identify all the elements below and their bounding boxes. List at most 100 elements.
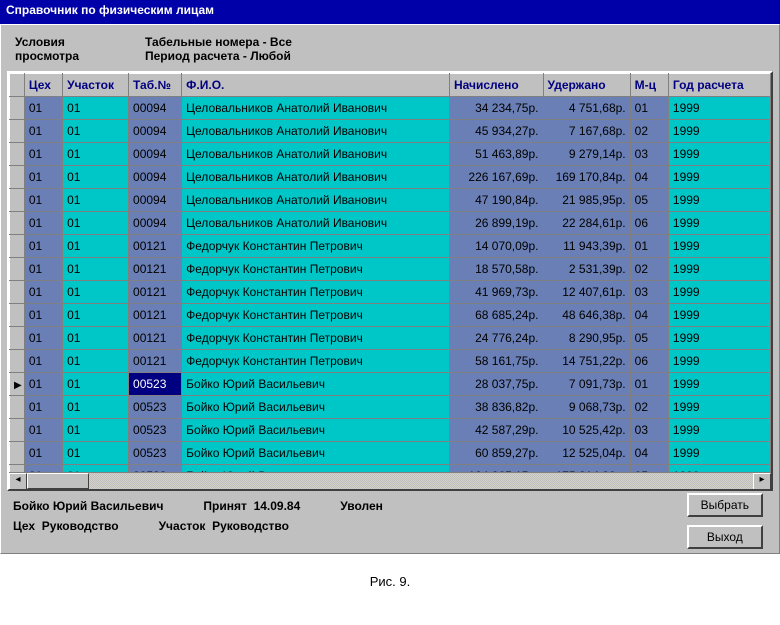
cell-tab[interactable]: 00523 <box>129 373 182 396</box>
cell-uch[interactable]: 01 <box>63 97 129 120</box>
titlebar[interactable]: Справочник по физическим лицам <box>0 0 780 24</box>
row-indicator[interactable] <box>10 189 25 212</box>
cell-ceh[interactable]: 01 <box>24 350 62 373</box>
cell-fio[interactable]: Целовальников Анатолий Иванович <box>182 143 450 166</box>
table-row[interactable]: 010100094Целовальников Анатолий Иванович… <box>10 166 771 189</box>
cell-tab[interactable]: 00121 <box>129 281 182 304</box>
cell-uch[interactable]: 01 <box>63 396 129 419</box>
row-indicator[interactable] <box>10 235 25 258</box>
cell-tab[interactable]: 00121 <box>129 304 182 327</box>
cell-nach[interactable]: 14 070,09р. <box>449 235 543 258</box>
cell-nach[interactable]: 38 836,82р. <box>449 396 543 419</box>
cell-ud[interactable]: 4 751,68р. <box>543 97 630 120</box>
table-row[interactable]: 010100523Бойко Юрий Васильевич28 037,75р… <box>10 373 771 396</box>
row-indicator[interactable] <box>10 373 25 396</box>
scroll-right-button[interactable]: ▸ <box>753 473 771 491</box>
cell-tab[interactable]: 00094 <box>129 143 182 166</box>
cell-fio[interactable]: Федорчук Константин Петрович <box>182 304 450 327</box>
cell-y[interactable]: 1999 <box>668 442 770 465</box>
cell-fio[interactable]: Федорчук Константин Петрович <box>182 258 450 281</box>
cell-y[interactable]: 1999 <box>668 258 770 281</box>
cell-m[interactable]: 01 <box>630 97 668 120</box>
cell-ud[interactable]: 2 531,39р. <box>543 258 630 281</box>
row-indicator[interactable] <box>10 419 25 442</box>
table-row[interactable]: 010100094Целовальников Анатолий Иванович… <box>10 120 771 143</box>
cell-y[interactable]: 1999 <box>668 97 770 120</box>
cell-fio[interactable]: Федорчук Константин Петрович <box>182 327 450 350</box>
row-indicator[interactable] <box>10 396 25 419</box>
cell-nach[interactable]: 28 037,75р. <box>449 373 543 396</box>
cell-nach[interactable]: 68 685,24р. <box>449 304 543 327</box>
cell-ud[interactable]: 7 167,68р. <box>543 120 630 143</box>
cell-uch[interactable]: 01 <box>63 327 129 350</box>
cell-tab[interactable]: 00094 <box>129 212 182 235</box>
cell-fio[interactable]: Бойко Юрий Васильевич <box>182 396 450 419</box>
table-row[interactable]: 010100094Целовальников Анатолий Иванович… <box>10 97 771 120</box>
cell-tab[interactable]: 00094 <box>129 120 182 143</box>
cell-y[interactable]: 1999 <box>668 235 770 258</box>
cell-m[interactable]: 02 <box>630 258 668 281</box>
cell-y[interactable]: 1999 <box>668 120 770 143</box>
cell-nach[interactable]: 26 899,19р. <box>449 212 543 235</box>
table-row[interactable]: 010100523Бойко Юрий Васильевич60 859,27р… <box>10 442 771 465</box>
cell-ceh[interactable]: 01 <box>24 143 62 166</box>
table-row[interactable]: 010100121Федорчук Константин Петрович14 … <box>10 235 771 258</box>
cell-ud[interactable]: 8 290,95р. <box>543 327 630 350</box>
cell-y[interactable]: 1999 <box>668 304 770 327</box>
cell-m[interactable]: 03 <box>630 419 668 442</box>
cell-ceh[interactable]: 01 <box>24 189 62 212</box>
row-indicator[interactable] <box>10 442 25 465</box>
cell-ud[interactable]: 169 170,84р. <box>543 166 630 189</box>
cell-y[interactable]: 1999 <box>668 212 770 235</box>
cell-fio[interactable]: Бойко Юрий Васильевич <box>182 419 450 442</box>
cell-uch[interactable]: 01 <box>63 166 129 189</box>
cell-m[interactable]: 01 <box>630 373 668 396</box>
cell-ud[interactable]: 12 407,61р. <box>543 281 630 304</box>
row-indicator[interactable] <box>10 327 25 350</box>
cell-y[interactable]: 1999 <box>668 327 770 350</box>
cell-m[interactable]: 02 <box>630 396 668 419</box>
cell-fio[interactable]: Федорчук Константин Петрович <box>182 281 450 304</box>
cell-ud[interactable]: 48 646,38р. <box>543 304 630 327</box>
row-indicator[interactable] <box>10 212 25 235</box>
cell-ceh[interactable]: 01 <box>24 304 62 327</box>
row-indicator[interactable] <box>10 350 25 373</box>
exit-button[interactable]: Выход <box>687 525 763 549</box>
cell-y[interactable]: 1999 <box>668 350 770 373</box>
cell-nach[interactable]: 34 234,75р. <box>449 97 543 120</box>
table-row[interactable]: 010100121Федорчук Константин Петрович41 … <box>10 281 771 304</box>
cell-tab[interactable]: 00121 <box>129 350 182 373</box>
cell-fio[interactable]: Федорчук Константин Петрович <box>182 235 450 258</box>
row-indicator[interactable] <box>10 304 25 327</box>
cell-m[interactable]: 06 <box>630 212 668 235</box>
table-row[interactable]: 010100121Федорчук Константин Петрович18 … <box>10 258 771 281</box>
cell-ud[interactable]: 22 284,61р. <box>543 212 630 235</box>
cell-nach[interactable]: 60 859,27р. <box>449 442 543 465</box>
cell-uch[interactable]: 01 <box>63 373 129 396</box>
cell-ud[interactable]: 9 279,14р. <box>543 143 630 166</box>
cell-ceh[interactable]: 01 <box>24 281 62 304</box>
header-month[interactable]: М-ц <box>630 74 668 97</box>
cell-nach[interactable]: 226 167,69р. <box>449 166 543 189</box>
cell-tab[interactable]: 00094 <box>129 189 182 212</box>
cell-nach[interactable]: 41 969,73р. <box>449 281 543 304</box>
cell-nach[interactable]: 18 570,58р. <box>449 258 543 281</box>
table-row[interactable]: 010100121Федорчук Константин Петрович24 … <box>10 327 771 350</box>
header-uderzhano[interactable]: Удержано <box>543 74 630 97</box>
table-row[interactable]: 010100523Бойко Юрий Васильевич38 836,82р… <box>10 396 771 419</box>
row-indicator[interactable] <box>10 281 25 304</box>
cell-y[interactable]: 1999 <box>668 419 770 442</box>
cell-nach[interactable]: 58 161,75р. <box>449 350 543 373</box>
cell-uch[interactable]: 01 <box>63 235 129 258</box>
cell-ceh[interactable]: 01 <box>24 235 62 258</box>
cell-fio[interactable]: Целовальников Анатолий Иванович <box>182 97 450 120</box>
cell-ud[interactable]: 21 985,95р. <box>543 189 630 212</box>
header-fio[interactable]: Ф.И.О. <box>182 74 450 97</box>
scroll-thumb[interactable] <box>27 473 89 489</box>
cell-nach[interactable]: 42 587,29р. <box>449 419 543 442</box>
table-row[interactable]: 010100094Целовальников Анатолий Иванович… <box>10 189 771 212</box>
cell-ceh[interactable]: 01 <box>24 97 62 120</box>
data-grid[interactable]: Цех Участок Таб.№ Ф.И.О. Начислено Удерж… <box>7 71 773 491</box>
cell-ud[interactable]: 12 525,04р. <box>543 442 630 465</box>
cell-ceh[interactable]: 01 <box>24 442 62 465</box>
